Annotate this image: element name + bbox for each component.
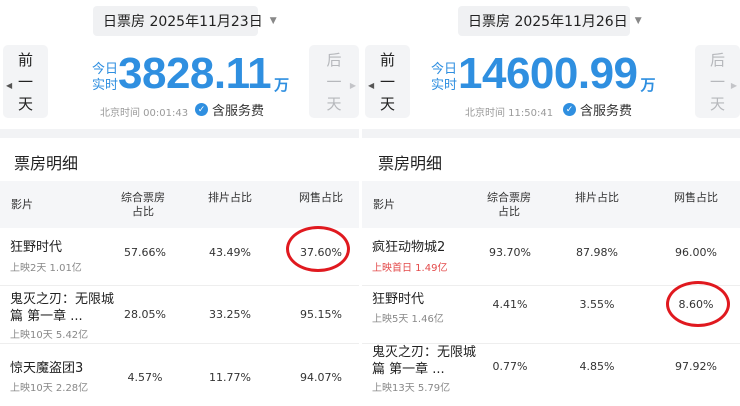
- today-realtime-label: 今日 实时: [92, 62, 119, 93]
- col-film: 影片: [373, 198, 395, 211]
- highlight-circle: [286, 226, 350, 272]
- table-header: 影片 综合票房占比 排片占比 网售占比: [0, 181, 359, 228]
- chevron-left-icon: ◀: [6, 81, 13, 90]
- table-row[interactable]: 惊天魔盗团3 上映10天 2.28亿 4.57% 11.77% 94.07%: [0, 344, 359, 406]
- highlight-circle: [666, 281, 730, 327]
- date-selector[interactable]: 日票房 2025年11月26日 ▼: [458, 6, 642, 36]
- right-panel: 日票房 2025年11月26日 ▼ ◀ 前 一 天 今日 实时 14600.99…: [362, 0, 740, 406]
- prev-day-button[interactable]: ◀ 前 一 天: [3, 45, 48, 118]
- left-panel: 日票房 2025年11月23日 ▼ ◀ 前 一 天 今日 实时 3828.11 万…: [0, 0, 359, 406]
- chevron-right-icon: ▶: [730, 81, 737, 90]
- beijing-time: 北京时间 11:50:41: [465, 108, 554, 119]
- today-realtime-label: 今日 实时: [431, 62, 458, 93]
- prev-day-button[interactable]: ◀ 前 一 天: [365, 45, 410, 118]
- col-online-share[interactable]: 网售占比: [665, 191, 727, 205]
- col-box-share[interactable]: 综合票房占比: [118, 191, 168, 219]
- date-selector[interactable]: 日票房 2025年11月23日 ▼: [93, 6, 277, 36]
- table-header: 影片 综合票房占比 排片占比 网售占比: [362, 181, 740, 228]
- next-day-button[interactable]: ▶ 后 一 天: [695, 45, 740, 118]
- service-fee-toggle[interactable]: ✓ 含服务费: [195, 100, 264, 119]
- screenshot-comparison: 日票房 2025年11月23日 ▼ ◀ 前 一 天 今日 实时 3828.11 万…: [0, 0, 740, 406]
- date-label: 日票房 2025年11月23日: [103, 14, 263, 30]
- next-day-button[interactable]: ▶ 后 一 天: [309, 45, 359, 118]
- date-label: 日票房 2025年11月26日: [468, 14, 628, 30]
- beijing-time: 北京时间 00:01:43: [100, 108, 189, 119]
- table-row[interactable]: 疯狂动物城2 上映首日 1.49亿 93.70% 87.98% 96.00%: [362, 228, 740, 286]
- chevron-right-icon: ▶: [349, 81, 356, 90]
- check-icon: ✓: [195, 103, 208, 116]
- table-row[interactable]: 鬼灭之刃：无限城篇 第一章 ... 上映13天 5.79亿 0.77% 4.85…: [362, 338, 740, 406]
- col-box-share[interactable]: 综合票房占比: [484, 191, 534, 219]
- section-title: 票房明细: [14, 154, 79, 173]
- caret-down-icon: ▼: [269, 16, 277, 26]
- section-title: 票房明细: [378, 154, 443, 173]
- table-row[interactable]: 鬼灭之刃：无限城篇 第一章 ... 上映10天 5.42亿 28.05% 33.…: [0, 286, 359, 344]
- caret-down-icon: ▼: [634, 16, 642, 26]
- check-icon: ✓: [563, 103, 576, 116]
- chevron-left-icon: ◀: [368, 81, 375, 90]
- section-divider: [362, 129, 740, 138]
- col-online-share[interactable]: 网售占比: [290, 191, 352, 205]
- col-screen-share[interactable]: 排片占比: [567, 191, 627, 205]
- col-film: 影片: [11, 198, 33, 211]
- col-screen-share[interactable]: 排片占比: [200, 191, 260, 205]
- section-divider: [0, 129, 359, 138]
- service-fee-toggle[interactable]: ✓ 含服务费: [563, 100, 632, 119]
